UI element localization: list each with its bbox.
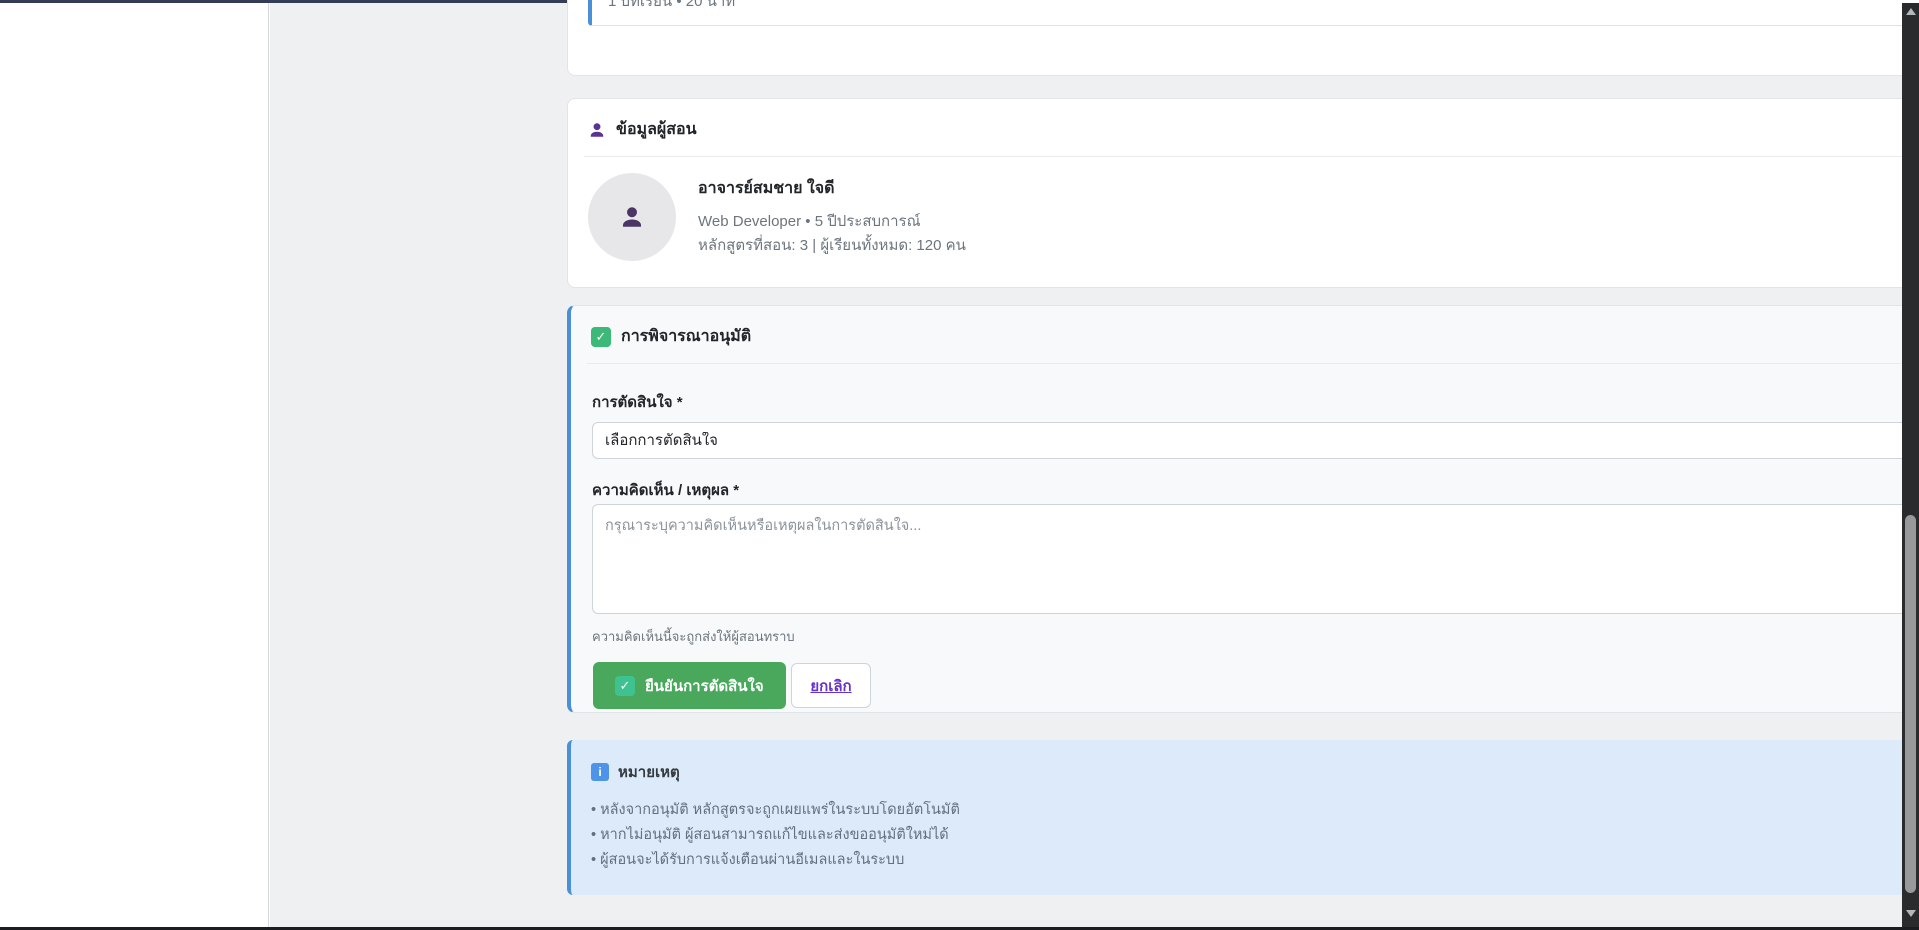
- lesson-item: 1 บทเรียน • 20 นาที: [588, 0, 1919, 26]
- note-item: • หลังจากอนุมัติ หลักสูตรจะถูกเผยแพร่ในร…: [591, 798, 1919, 823]
- lessons-card: 1 บทเรียน • 20 นาที: [567, 0, 1919, 76]
- note-item: • ผู้สอนจะได้รับการแจ้งเตือนผ่านอีเมลและ…: [591, 848, 1919, 873]
- decision-label: การตัดสินใจ *: [592, 390, 683, 414]
- main-content-area: 1 บทเรียน • 20 นาที ข้อมูลผู้สอน: [270, 3, 1902, 927]
- scroll-up-icon: [1906, 8, 1916, 15]
- scrollbar: [1902, 3, 1919, 927]
- instructor-body: อาจารย์สมชาย ใจดี Web Developer • 5 ปีปร…: [568, 157, 1919, 277]
- confirm-decision-button[interactable]: ✓ ยืนยันการตัดสินใจ: [593, 662, 786, 709]
- checkbox-check-icon: ✓: [591, 327, 611, 347]
- instructor-role: Web Developer • 5 ปีประสบการณ์: [698, 210, 966, 234]
- note-item: • หากไม่อนุมัติ ผู้สอนสามารถแก้ไขและส่งข…: [591, 823, 1919, 848]
- approval-card-title: การพิจารณาอนุมัติ: [621, 324, 751, 349]
- page: 1 บทเรียน • 20 นาที ข้อมูลผู้สอน: [0, 0, 1919, 930]
- instructor-card-header: ข้อมูลผู้สอน: [568, 99, 1919, 156]
- instructor-details: อาจารย์สมชาย ใจดี Web Developer • 5 ปีปร…: [698, 176, 966, 258]
- cancel-button[interactable]: ยกเลิก: [791, 663, 871, 708]
- comment-label: ความคิดเห็น / เหตุผล *: [592, 478, 739, 502]
- instructor-stats: หลักสูตรที่สอน: 3 | ผู้เรียนทั้งหมด: 120…: [698, 234, 966, 258]
- avatar: [588, 173, 676, 261]
- instructor-card: ข้อมูลผู้สอน อาจารย์สมชาย ใจดี Web Devel…: [567, 98, 1919, 288]
- note-title: หมายเหตุ: [618, 760, 680, 784]
- note-box: i หมายเหตุ • หลังจากอนุมัติ หลักสูตรจะถู…: [567, 740, 1919, 895]
- scroll-down-icon: [1906, 910, 1916, 917]
- person-icon: [588, 121, 606, 139]
- instructor-name: อาจารย์สมชาย ใจดี: [698, 176, 966, 201]
- scroll-down-button[interactable]: [1902, 905, 1919, 922]
- divider: [587, 363, 1919, 364]
- comment-textarea[interactable]: [592, 504, 1919, 614]
- approval-card: ✓ การพิจารณาอนุมัติ การตัดสินใจ * เลือกก…: [567, 305, 1919, 713]
- note-header: i หมายเหตุ: [591, 760, 1919, 784]
- instructor-card-title: ข้อมูลผู้สอน: [616, 117, 697, 142]
- comment-helper-text: ความคิดเห็นนี้จะถูกส่งให้ผู้สอนทราบ: [592, 626, 795, 647]
- confirm-button-label: ยืนยันการตัดสินใจ: [645, 674, 764, 698]
- sidebar: [0, 3, 269, 927]
- lesson-summary: 1 บทเรียน • 20 นาที: [608, 0, 735, 13]
- button-check-icon: ✓: [615, 676, 635, 696]
- info-icon: i: [591, 763, 609, 781]
- decision-select[interactable]: เลือกการตัดสินใจ: [592, 422, 1919, 459]
- scroll-up-button[interactable]: [1902, 3, 1919, 20]
- avatar-person-icon: [619, 204, 645, 230]
- approval-card-header: ✓ การพิจารณาอนุมัติ: [571, 306, 1919, 363]
- scrollbar-thumb[interactable]: [1905, 515, 1916, 893]
